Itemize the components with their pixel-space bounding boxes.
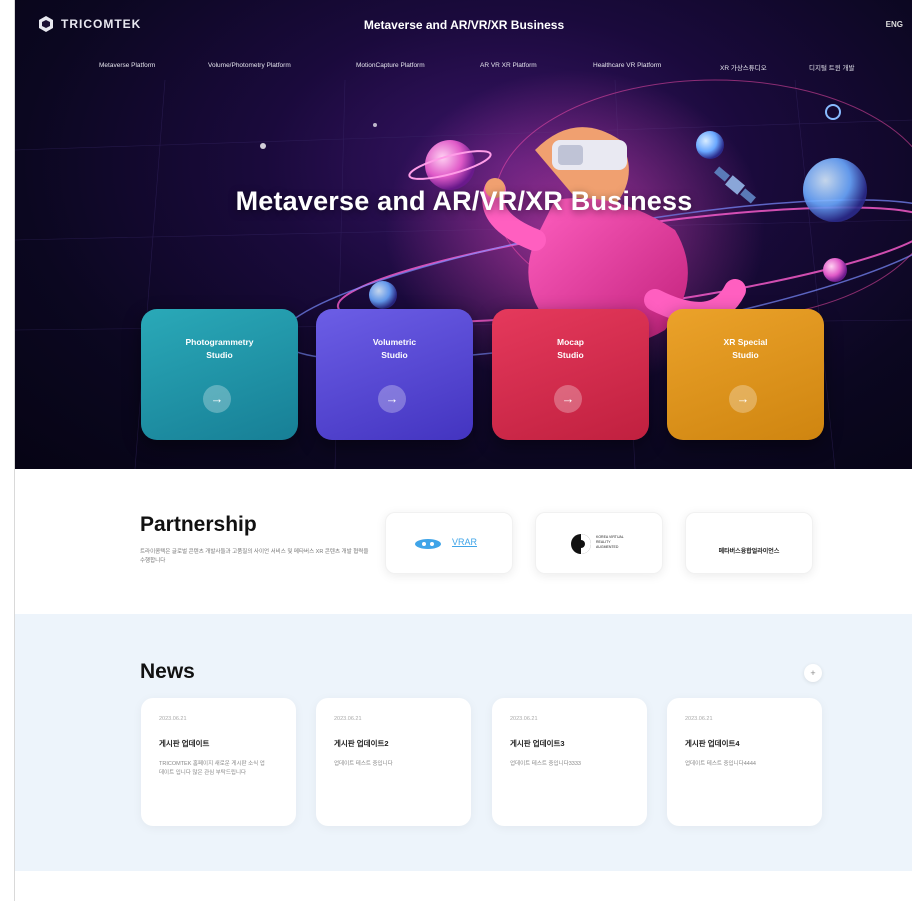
mocap-studio-card[interactable]: Mocap Studio → <box>492 309 649 440</box>
news-headline: 게시판 업데이트3 <box>510 739 565 748</box>
news-excerpt: TRICOMTEK 홈페이지 새로운 게시판 소식 업데이트 입니다 많은 관심… <box>159 761 265 776</box>
partner-logo-alliance[interactable]: 메타버스융합얼라이언스 <box>685 512 813 574</box>
news-headline: 게시판 업데이트4 <box>685 739 740 748</box>
partner-logo-kvra[interactable]: KOREA VIRTUAL REALITY AUGMENTED <box>535 512 663 574</box>
hero-section: TRICOMTEK Metaverse and AR/VR/XR Busines… <box>15 0 912 469</box>
menu-item-metaverse[interactable]: Metaverse Platform <box>99 62 155 69</box>
kvra-logo-icon <box>571 534 591 554</box>
menu-item-digital-twin[interactable]: 디지털 트윈 개발 <box>809 62 854 72</box>
menu-item-xr-studio[interactable]: XR 가상스튜디오 <box>720 62 767 72</box>
card-label: Volumetric Studio <box>372 337 417 360</box>
arrow-right-icon[interactable]: → <box>378 385 406 413</box>
arrow-right-icon[interactable]: → <box>729 385 757 413</box>
news-excerpt: 업데이트 테스트 중입니다3333 <box>510 761 581 767</box>
card-label: Photogrammetry Studio <box>185 337 254 360</box>
menu-item-ar-vr-xr[interactable]: AR VR XR Platform <box>480 62 537 69</box>
partner-name: KOREA VIRTUAL REALITY AUGMENTED <box>596 535 624 549</box>
partner-name: VRAR <box>452 537 478 547</box>
partner-name: 메타버스융합얼라이언스 <box>718 549 780 555</box>
news-title: News <box>140 660 195 683</box>
news-excerpt: 업데이트 테스트 중입니다4444 <box>685 761 756 767</box>
partnership-section: Partnership 트라이콤텍은 글로벌 콘텐츠 개발사들과 고품질의 사이… <box>15 469 912 614</box>
menu-item-healthcare-vr[interactable]: Healthcare VR Platform <box>593 62 661 69</box>
news-card[interactable]: 2023.06.21 게시판 업데이트2 업데이트 테스트 중입니다 <box>316 698 471 826</box>
card-label: XR Special Studio <box>723 337 768 360</box>
menu-item-volume-photometry[interactable]: Volume/Photometry Platform <box>208 62 291 69</box>
news-section: News + 2023.06.21 게시판 업데이트 TRICOMTEK 홈페이… <box>15 614 912 871</box>
partnership-description: 트라이콤텍은 글로벌 콘텐츠 개발사들과 고품질의 사이언 서비스 및 메타버스… <box>140 549 369 564</box>
photogrammetry-studio-card[interactable]: Photogrammetry Studio → <box>141 309 298 440</box>
site-title: Metaverse and AR/VR/XR Business <box>363 18 565 32</box>
news-card[interactable]: 2023.06.21 게시판 업데이트4 업데이트 테스트 중입니다4444 <box>667 698 822 826</box>
news-date: 2023.06.21 <box>510 716 538 722</box>
language-toggle[interactable]: ENG <box>886 20 903 29</box>
main-menu: Metaverse Platform Volume/Photometry Pla… <box>15 62 912 76</box>
footer-spacer <box>15 871 912 901</box>
news-date: 2023.06.21 <box>159 716 187 722</box>
news-excerpt: 업데이트 테스트 중입니다 <box>334 761 393 767</box>
news-more-button[interactable]: + <box>804 664 822 682</box>
news-headline: 게시판 업데이트2 <box>334 739 389 748</box>
menu-item-motioncapture[interactable]: MotionCapture Platform <box>356 62 425 69</box>
card-label: Mocap Studio <box>557 337 584 360</box>
news-date: 2023.06.21 <box>334 716 362 722</box>
news-card[interactable]: 2023.06.21 게시판 업데이트3 업데이트 테스트 중입니다3333 <box>492 698 647 826</box>
partnership-title: Partnership <box>140 513 257 536</box>
page-frame: TRICOMTEK Metaverse and AR/VR/XR Busines… <box>14 0 912 901</box>
top-navigation-bar: TRICOMTEK Metaverse and AR/VR/XR Busines… <box>15 0 912 56</box>
hero-title: Metaverse and AR/VR/XR Business <box>235 186 693 216</box>
arrow-right-icon[interactable]: → <box>554 385 582 413</box>
news-card[interactable]: 2023.06.21 게시판 업데이트 TRICOMTEK 홈페이지 새로운 게… <box>141 698 296 826</box>
volumetric-studio-card[interactable]: Volumetric Studio → <box>316 309 473 440</box>
news-date: 2023.06.21 <box>685 716 713 722</box>
partner-logo-vrar[interactable]: VRAR <box>385 512 513 574</box>
xr-special-studio-card[interactable]: XR Special Studio → <box>667 309 824 440</box>
arrow-right-icon[interactable]: → <box>203 385 231 413</box>
news-headline: 게시판 업데이트 <box>159 739 210 748</box>
